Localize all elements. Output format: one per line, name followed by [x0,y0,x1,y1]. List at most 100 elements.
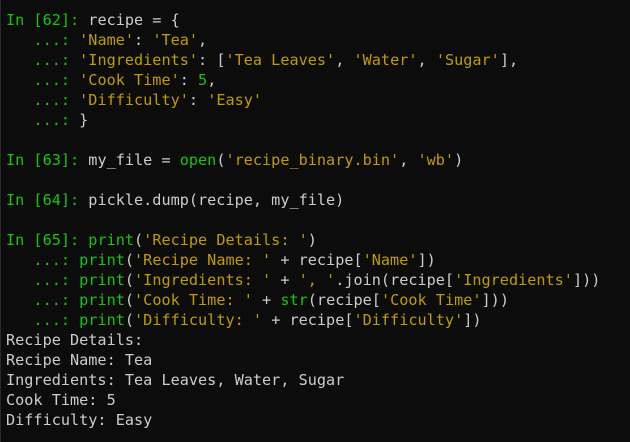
string-literal: 'Ingredients' [79,51,199,69]
console-line: Ingredients: Tea Leaves, Water, Sugar [6,370,630,390]
continuation-prompt: ...: [6,311,80,329]
string-literal: 'recipe_binary.bin' [225,151,400,169]
code-text: + [271,271,299,289]
code-text: : [134,31,153,49]
string-literal: 'Tea' [152,31,199,49]
code-text: , [335,51,354,69]
code-text: ( [124,251,135,269]
continuation-prompt: ...: [6,271,80,289]
continuation-prompt: ...: [6,91,80,109]
code-text: : [179,71,199,89]
code-text: + recipe[ [262,311,354,329]
output-text: Difficulty: Easy [6,411,153,429]
console-line: In [63]: my_file = open('recipe_binary.b… [6,150,630,170]
continuation-prompt: ...: [6,251,80,269]
string-literal: ', ' [298,271,336,289]
console-line: ...: print('Cook Time: ' + str(recipe['C… [6,290,630,310]
console-line: Difficulty: Easy [6,410,630,430]
builtin-function: open [179,151,217,169]
code-text: + recipe[ [271,251,363,269]
string-literal: 'Recipe Name: ' [134,251,272,269]
string-literal: 'Difficulty' [79,91,189,109]
string-literal: 'Recipe Details: ' [143,231,308,249]
console-line: Recipe Details: [6,330,630,350]
string-literal: 'wb' [417,151,455,169]
code-text: ( [134,231,144,249]
string-literal: 'Easy' [207,91,263,109]
console-line: In [64]: pickle.dump(recipe, my_file) [6,190,630,210]
console-line: ...: 'Difficulty': 'Easy' [6,90,630,110]
output-text: Ingredients: Tea Leaves, Water, Sugar [6,371,345,389]
string-literal: 'Ingredients: ' [134,271,272,289]
code-text: ]) [463,311,482,329]
code-text: pickle.dump(recipe, my_file) [88,191,345,209]
code-text: + [252,291,281,309]
console-line: ...: } [6,110,630,130]
code-text: ]) [417,251,436,269]
code-text: ( [124,291,135,309]
string-literal: 'Difficulty' [353,311,464,329]
builtin-function: str [280,291,308,309]
input-prompt: In [65]: [6,231,89,249]
builtin-function: print [79,311,125,329]
console-line: In [62]: recipe = { [6,10,630,30]
code-text: , [198,31,208,49]
code-text: , [417,51,436,69]
string-literal: 'Name' [362,251,418,269]
console-line: ...: 'Ingredients': ['Tea Leaves', 'Wate… [6,50,630,70]
code-text: ])) [572,271,601,289]
code-text: , [207,71,217,89]
number-literal: 5 [198,71,208,89]
code-text: recipe = { [88,11,180,29]
output-text: Cook Time: 5 [6,391,116,409]
code-text: .join(recipe[ [335,271,455,289]
builtin-function: print [79,291,125,309]
continuation-prompt: ...: [6,31,80,49]
code-text: ], [499,51,519,69]
string-literal: 'Cook Time' [79,71,180,89]
console-line: Cook Time: 5 [6,390,630,410]
input-prompt: In [63]: [6,151,89,169]
code-text: : [ [198,51,226,69]
code-text: ])) [481,291,509,309]
string-literal: 'Cook Time' [380,291,482,309]
code-text: (recipe[ [307,291,381,309]
string-literal: 'Tea Leaves' [225,51,336,69]
code-text: } [79,111,89,129]
string-literal: 'Cook Time: ' [134,291,253,309]
console-line: Recipe Name: Tea [6,350,630,370]
output-text: Recipe Details: [6,331,144,349]
string-literal: 'Ingredients' [454,271,573,289]
string-literal: 'Name' [79,31,135,49]
string-literal: 'Water' [353,51,418,69]
builtin-function: print [88,231,135,249]
code-text: my_file = [88,151,180,169]
console-line: ...: print('Ingredients: ' + ', '.join(r… [6,270,630,290]
code-text: ( [124,271,135,289]
code-text: , [399,151,418,169]
continuation-prompt: ...: [6,71,80,89]
input-prompt: In [64]: [6,191,89,209]
builtin-function: print [79,271,125,289]
continuation-prompt: ...: [6,51,80,69]
continuation-prompt: ...: [6,291,80,309]
console-line: In [65]: print('Recipe Details: ') [6,230,630,250]
input-prompt: In [62]: [6,11,89,29]
console-line: ...: print('Difficulty: ' + recipe['Diff… [6,310,630,330]
builtin-function: print [79,251,125,269]
console-line: ...: 'Cook Time': 5, [6,70,630,90]
continuation-prompt: ...: [6,111,80,129]
output-text: Recipe Name: Tea [6,351,153,369]
code-text: ( [124,311,135,329]
string-literal: 'Difficulty: ' [134,311,263,329]
ipython-console[interactable]: In [62]: recipe = { ...: 'Name': 'Tea', … [0,0,630,442]
code-text: ) [454,151,464,169]
string-literal: 'Sugar' [435,51,500,69]
console-line: ...: print('Recipe Name: ' + recipe['Nam… [6,250,630,270]
console-line: ...: 'Name': 'Tea', [6,30,630,50]
code-text: : [188,91,208,109]
code-text: ) [307,231,317,249]
